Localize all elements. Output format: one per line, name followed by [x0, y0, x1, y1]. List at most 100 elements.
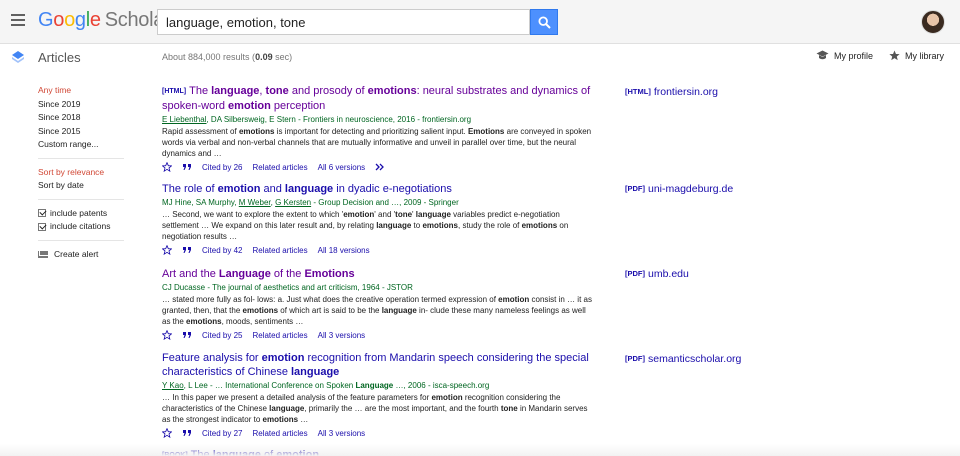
- result-title-text: Language: [218, 268, 271, 280]
- checkbox-icon: [38, 209, 46, 218]
- author-link[interactable]: M Weber: [239, 198, 271, 207]
- result-title-link[interactable]: [HTML] The language, tone and prosody of …: [162, 84, 592, 113]
- filter-since-2019[interactable]: Since 2019: [38, 98, 128, 112]
- cited-by-link[interactable]: Cited by 27: [202, 429, 242, 438]
- my-profile-label: My profile: [834, 50, 874, 61]
- graduation-cap-icon: [816, 50, 829, 60]
- result-title-link[interactable]: The role of emotion and language in dyad…: [162, 182, 592, 196]
- include-patents-checkbox[interactable]: include patents: [38, 207, 128, 221]
- result-snippet: … stated more fully as fol- lows: a. Jus…: [162, 294, 592, 327]
- save-star-icon[interactable]: [162, 428, 172, 438]
- author-text: MJ Hine, SA Murphy,: [162, 198, 239, 207]
- full-text-link[interactable]: [HTML] frontiersin.org: [625, 86, 718, 98]
- full-text-domain: frontiersin.org: [653, 86, 719, 98]
- menu-icon[interactable]: [11, 14, 25, 26]
- section-title: Articles: [38, 50, 81, 65]
- all-versions-link[interactable]: All 6 versions: [318, 163, 366, 172]
- search-input[interactable]: language, emotion, tone: [157, 9, 530, 35]
- author-text: …, 2006 - isca-speech.org: [393, 381, 490, 390]
- divider: [38, 198, 124, 200]
- related-articles-link[interactable]: Related articles: [252, 429, 307, 438]
- save-star-icon[interactable]: [162, 330, 172, 340]
- logo-letter: e: [89, 9, 101, 31]
- snippet-text: , study the role of: [458, 221, 522, 230]
- cite-quote-icon[interactable]: [182, 331, 192, 339]
- filter-custom-range[interactable]: Custom range...: [38, 138, 128, 152]
- sub-bar: Articles About 884,000 results (0.09 sec…: [0, 44, 960, 72]
- snippet-text: is important for detecting and prioritiz…: [274, 127, 468, 136]
- google-scholar-logo[interactable]: Google Scholar: [38, 9, 171, 32]
- create-alert-label: Create alert: [54, 249, 99, 260]
- sort-by-date[interactable]: Sort by date: [38, 179, 128, 193]
- snippet-text: ' and ': [374, 210, 396, 219]
- more-chevrons-icon[interactable]: [375, 163, 385, 171]
- snippet-text: emotions: [186, 317, 222, 326]
- include-patents-label: include patents: [50, 207, 108, 218]
- snippet-text: emotions: [242, 306, 279, 315]
- snippet-text: emotions: [262, 415, 299, 424]
- result-title-link[interactable]: Feature analysis for emotion recognition…: [162, 351, 592, 379]
- full-text-domain: umb.edu: [648, 268, 689, 280]
- result-title-link[interactable]: Art and the Language of the Emotions: [162, 267, 592, 281]
- logo-letter: g: [74, 9, 86, 31]
- search-button[interactable]: [530, 9, 558, 35]
- results-count: About 884,000 results (0.09 sec): [162, 52, 292, 62]
- cited-by-link[interactable]: Cited by 25: [202, 331, 242, 340]
- cite-quote-icon[interactable]: [182, 429, 192, 437]
- snippet-text: language: [376, 221, 412, 230]
- author-text: , DA Silbersweig, E Stern - Frontiers in…: [206, 115, 472, 124]
- search-result: The role of emotion and language in dyad…: [162, 182, 592, 256]
- all-versions-link[interactable]: All 18 versions: [318, 246, 370, 255]
- snippet-text: language: [381, 306, 417, 315]
- result-snippet: Rapid assessment of emotions is importan…: [162, 126, 592, 159]
- result-title-text: The: [189, 85, 212, 97]
- results-time: 0.09: [255, 52, 273, 62]
- filter-since-2015[interactable]: Since 2015: [38, 125, 128, 139]
- related-articles-link[interactable]: Related articles: [252, 331, 307, 340]
- results-count-suffix: sec): [272, 52, 293, 62]
- snippet-text: tone: [500, 404, 518, 413]
- result-title-text: and prosody of: [288, 85, 368, 97]
- result-actions: Cited by 27 Related articles All 3 version…: [162, 427, 592, 439]
- author-link[interactable]: E Liebenthal: [162, 115, 206, 124]
- cited-by-link[interactable]: Cited by 26: [202, 163, 242, 172]
- all-versions-link[interactable]: All 3 versions: [318, 429, 366, 438]
- my-library-link[interactable]: My library: [889, 50, 944, 61]
- result-title-text: language: [291, 366, 340, 378]
- save-star-icon[interactable]: [162, 162, 172, 172]
- related-articles-link[interactable]: Related articles: [252, 246, 307, 255]
- save-star-icon[interactable]: [162, 245, 172, 255]
- result-authors: Y Kao, L Lee - … International Conferenc…: [162, 380, 592, 391]
- full-text-link[interactable]: [PDF] uni-magdeburg.de: [625, 183, 733, 195]
- related-articles-link[interactable]: Related articles: [252, 163, 307, 172]
- my-profile-link[interactable]: My profile: [816, 50, 873, 61]
- snippet-text: , primarily the … are the most important…: [304, 404, 501, 413]
- snippet-text: Rapid assessment of: [162, 127, 239, 136]
- sort-by-relevance[interactable]: Sort by relevance: [38, 166, 128, 180]
- full-text-type-tag: [HTML]: [625, 87, 651, 96]
- star-icon: [889, 50, 900, 61]
- snippet-text: , moods, sentiments …: [221, 317, 304, 326]
- all-versions-link[interactable]: All 3 versions: [318, 331, 366, 340]
- include-citations-checkbox[interactable]: include citations: [38, 220, 128, 234]
- filter-since-2018[interactable]: Since 2018: [38, 111, 128, 125]
- checkbox-icon: [38, 222, 46, 231]
- result-authors: E Liebenthal, DA Silbersweig, E Stern - …: [162, 114, 592, 125]
- cite-quote-icon[interactable]: [182, 246, 192, 254]
- result-title-text: emotion: [217, 183, 261, 195]
- avatar[interactable]: [921, 10, 945, 34]
- full-text-link[interactable]: [PDF] umb.edu: [625, 268, 689, 280]
- full-text-link[interactable]: [PDF] semanticscholar.org: [625, 353, 741, 365]
- snippet-text: language: [269, 404, 305, 413]
- result-title-text: language: [284, 183, 334, 195]
- create-alert-button[interactable]: Create alert: [38, 248, 128, 262]
- cited-by-link[interactable]: Cited by 42: [202, 246, 242, 255]
- result-snippet: … In this paper we present a detailed an…: [162, 392, 592, 425]
- author-link[interactable]: Y Kao: [162, 381, 184, 390]
- result-title-text: Feature analysis for: [162, 352, 262, 364]
- divider: [38, 239, 124, 241]
- snippet-text: tone: [395, 210, 413, 219]
- filter-any-time[interactable]: Any time: [38, 84, 128, 98]
- author-link[interactable]: G Kersten: [275, 198, 311, 207]
- cite-quote-icon[interactable]: [182, 163, 192, 171]
